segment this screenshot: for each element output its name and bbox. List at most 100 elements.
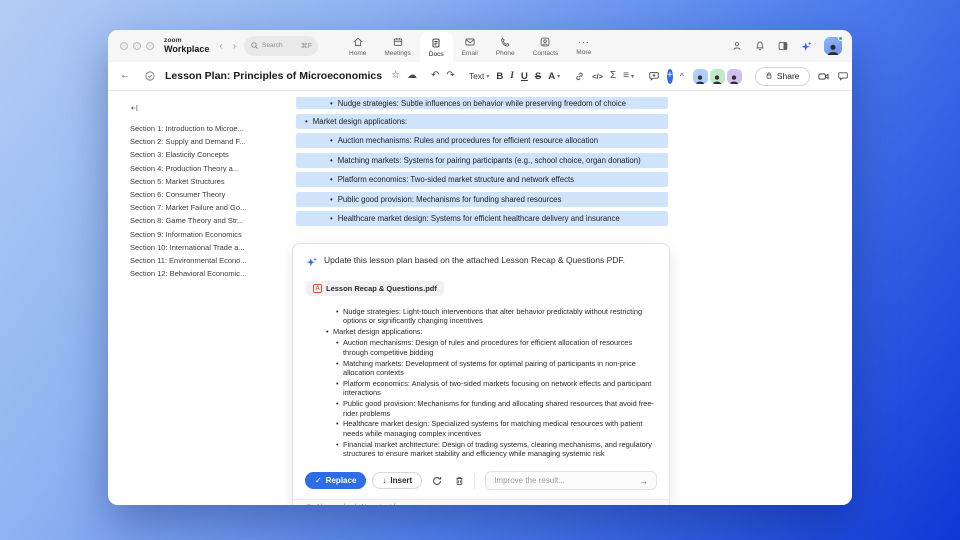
back-arrow-button[interactable]: ‹ <box>219 41 222 52</box>
code-button[interactable]: </> <box>592 72 603 81</box>
highlighted-line[interactable]: • Healthcare market design: Systems for e… <box>296 211 668 226</box>
highlighted-line[interactable]: • Matching markets: Systems for pairing p… <box>296 152 668 168</box>
calendar-icon <box>392 36 404 48</box>
improve-result-input[interactable] <box>494 476 639 486</box>
outline-item[interactable]: Section 4: Production Theory a... <box>130 162 279 175</box>
side-panel-toggle-icon[interactable] <box>777 40 789 52</box>
outline-item[interactable]: Section 12: Behavioral Economic... <box>130 267 279 280</box>
ai-result-item: Public good provision: Mechanisms for fu… <box>306 399 656 418</box>
ai-result-item: Healthcare market design: Specialized sy… <box>306 419 656 438</box>
outline-item[interactable]: Section 2: Supply and Demand F... <box>130 135 279 148</box>
attachment-chip[interactable]: A Lesson Recap & Questions.pdf <box>306 281 444 296</box>
collaborator-avatar[interactable] <box>709 68 725 84</box>
link-icon[interactable] <box>574 71 585 82</box>
collapse-sidebar-icon[interactable] <box>130 103 279 113</box>
collaborator-avatars <box>691 68 742 84</box>
main-nav-tabs: Home Meetings Docs Email Phone Contacts … <box>340 30 600 62</box>
ai-result-item: Matching markets: Development of systems… <box>306 359 656 378</box>
user-avatar[interactable] <box>824 36 843 55</box>
info-icon: i <box>305 504 312 505</box>
tab-more[interactable]: ··· More <box>567 30 600 62</box>
outline-item[interactable]: Section 7: Market Failure and Go... <box>130 201 279 214</box>
delete-button[interactable] <box>451 472 469 490</box>
window-minimize-button[interactable] <box>133 42 141 50</box>
outline-item[interactable]: Section 1: Introduction to Microe... <box>130 122 279 135</box>
send-icon[interactable]: → <box>639 476 648 486</box>
contacts-icon <box>539 36 551 48</box>
outline-item[interactable]: Section 5: Market Structures <box>130 175 279 188</box>
down-arrow-icon: ↓ <box>382 476 387 486</box>
forward-arrow-button[interactable]: › <box>233 41 236 52</box>
search-icon <box>250 37 259 55</box>
outline-item[interactable]: Section 3: Elasticity Concepts <box>130 148 279 161</box>
share-button[interactable]: Share <box>754 66 810 86</box>
tab-email[interactable]: Email <box>453 30 487 62</box>
undo-button[interactable]: ↶ <box>431 71 439 81</box>
video-call-icon[interactable] <box>817 70 830 83</box>
tab-meetings[interactable]: Meetings <box>375 30 419 62</box>
ai-result-item: Financial market architecture: Design of… <box>306 440 656 459</box>
highlighted-line[interactable]: • Public good provision: Mechanisms for f… <box>296 191 668 207</box>
bold-button[interactable]: B <box>496 71 503 82</box>
insert-button[interactable]: ↓ Insert <box>372 472 423 490</box>
outline-item[interactable]: Section 8: Game Theory and Str... <box>130 214 279 227</box>
ai-disclaimer-footer: i Always check AI content for accuracy. <box>293 499 669 505</box>
global-search-input[interactable]: Search ⌘F <box>244 36 319 56</box>
tab-phone[interactable]: Phone <box>487 30 524 62</box>
doc-icon <box>430 37 442 49</box>
strikethrough-button[interactable]: S <box>535 71 541 82</box>
list-icon: ≡ <box>623 70 629 81</box>
profile-icon[interactable] <box>731 40 743 52</box>
formula-button[interactable]: Σ <box>610 71 616 81</box>
star-icon[interactable]: ☆ <box>391 71 400 81</box>
chevron-down-icon: ▾ <box>630 73 634 80</box>
document-title: Lesson Plan: Principles of Microeconomic… <box>165 70 383 82</box>
cloud-sync-icon: ☁ <box>407 70 418 81</box>
ai-companion-icon[interactable] <box>800 40 813 53</box>
phone-icon <box>499 36 511 48</box>
highlighted-line[interactable]: • Auction mechanisms: Rules and procedure… <box>296 133 668 148</box>
ai-result-item: Nudge strategies: Light-touch interventi… <box>306 307 656 326</box>
highlighted-line[interactable]: • Nudge strategies: Subtle influences on … <box>296 97 668 109</box>
zoom-workplace-logo: zoom Workplace <box>164 37 209 55</box>
collaborator-avatar[interactable] <box>692 68 708 84</box>
check-icon: ✓ <box>315 476 322 486</box>
presence-dot <box>838 36 843 41</box>
highlighted-line[interactable]: • Platform economics: Two-sided market st… <box>296 172 668 187</box>
doc-content-region: Section 1: Introduction to Microe... Sec… <box>108 91 852 505</box>
regenerate-button[interactable] <box>428 472 446 490</box>
tab-home[interactable]: Home <box>340 30 375 62</box>
collapse-toolbar-button[interactable]: ^ <box>680 71 684 81</box>
collaborator-avatar[interactable] <box>726 68 742 84</box>
search-shortcut: ⌘F <box>300 43 313 50</box>
window-close-button[interactable] <box>120 42 128 50</box>
redo-button[interactable]: ↷ <box>446 71 454 81</box>
ai-prompt-text: Update this lesson plan based on the att… <box>324 255 625 265</box>
titlebar-right-actions <box>731 36 843 55</box>
outline-item[interactable]: Section 10: International Trade a... <box>130 241 279 254</box>
text-style-dropdown[interactable]: Text ▾ <box>469 71 490 81</box>
outline-item[interactable]: Section 9: Information Economics <box>130 228 279 241</box>
notifications-bell-icon[interactable] <box>754 40 766 52</box>
replace-button[interactable]: ✓ Replace <box>305 472 367 490</box>
highlighted-line[interactable]: • Market design applications: <box>296 113 668 129</box>
document-page[interactable]: • Nudge strategies: Subtle influences on … <box>285 91 852 505</box>
tab-docs[interactable]: Docs <box>419 32 453 62</box>
chat-bubble-icon[interactable] <box>837 70 849 82</box>
app-titlebar: zoom Workplace ‹ › Search ⌘F Home Meetin… <box>108 30 852 62</box>
doc-back-button[interactable]: ← <box>120 71 130 81</box>
text-color-dropdown[interactable]: A ▾ <box>548 71 560 82</box>
window-controls <box>120 42 154 50</box>
list-format-dropdown[interactable]: ≡ ▾ <box>623 71 634 81</box>
attachment-name: Lesson Recap & Questions.pdf <box>326 284 437 293</box>
outline-item[interactable]: Section 11: Environmental Econo... <box>130 254 279 267</box>
italic-button[interactable]: I <box>510 71 514 81</box>
outline-item[interactable]: Section 6: Consumer Theory <box>130 188 279 201</box>
tab-contacts[interactable]: Contacts <box>524 30 568 62</box>
window-zoom-button[interactable] <box>146 42 154 50</box>
ai-result-item: Auction mechanisms: Design of rules and … <box>306 338 656 357</box>
ai-add-button[interactable]: + <box>667 68 673 84</box>
underline-button[interactable]: U <box>521 71 528 82</box>
add-comment-icon[interactable] <box>648 70 660 82</box>
pdf-file-icon: A <box>313 284 322 293</box>
